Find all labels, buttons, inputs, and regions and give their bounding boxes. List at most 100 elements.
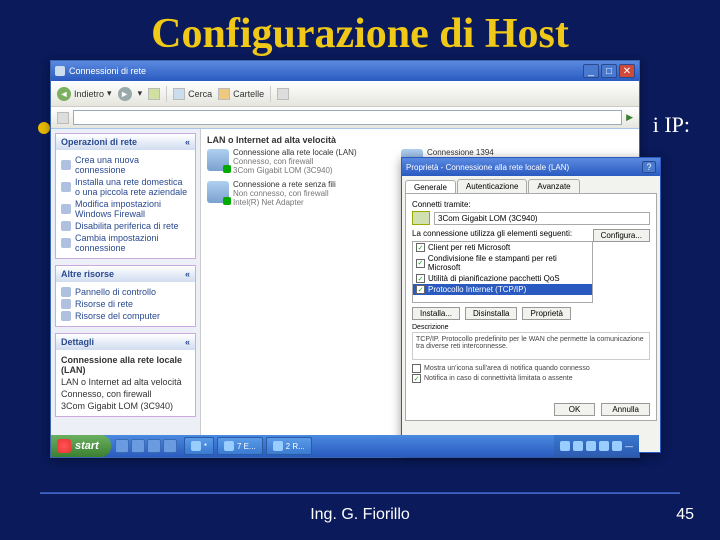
notify-icon-checkbox[interactable]: Mostra un'icona sull'area di notifica qu… xyxy=(412,364,650,373)
sidebar-item-label: Crea una nuova connessione xyxy=(75,155,190,175)
dialog-titlebar[interactable]: Proprietà - Connessione alla rete locale… xyxy=(402,158,660,176)
back-icon: ◄ xyxy=(57,87,71,101)
sidebar-item-label: Modifica impostazioni Windows Firewall xyxy=(75,199,190,219)
ql-icon[interactable] xyxy=(131,439,145,453)
list-item[interactable]: ✓Condivisione file e stampanti per reti … xyxy=(413,253,592,273)
up-icon[interactable] xyxy=(148,88,160,100)
connection-device: 3Com Gigabit LOM (3C940) xyxy=(233,167,357,176)
app-icon xyxy=(191,441,201,451)
sidebar-group-title: Altre risorse xyxy=(61,269,114,279)
folders-button[interactable]: Cartelle xyxy=(218,88,264,100)
app-icon xyxy=(224,441,234,451)
sidebar-group-header[interactable]: Dettagli « xyxy=(56,334,195,350)
chevron-down-icon: ▾ xyxy=(107,88,112,99)
tray-icon[interactable] xyxy=(560,441,570,451)
checkbox-icon[interactable]: ✓ xyxy=(416,243,425,252)
sidebar-item[interactable]: Crea una nuova connessione xyxy=(61,154,190,176)
tab-auth[interactable]: Autenticazione xyxy=(457,179,527,193)
description-text: TCP/IP. Protocollo predefinito per le WA… xyxy=(412,332,650,360)
properties-dialog: Proprietà - Connessione alla rete locale… xyxy=(401,157,661,453)
main-pane: LAN o Internet ad alta velocità Connessi… xyxy=(201,129,639,435)
sidebar-group-header[interactable]: Altre risorse « xyxy=(56,266,195,282)
titlebar[interactable]: Connessioni di rete _ □ ✕ xyxy=(51,61,639,81)
tray-icon[interactable] xyxy=(573,441,583,451)
ql-icon[interactable] xyxy=(163,439,177,453)
folder-icon xyxy=(218,88,230,100)
taskbar-item[interactable]: 7 E... xyxy=(217,437,263,455)
start-button[interactable]: start xyxy=(51,435,111,457)
category-header: LAN o Internet ad alta velocità xyxy=(207,135,633,145)
component-list[interactable]: ✓Client per reti Microsoft ✓Condivisione… xyxy=(412,241,593,303)
sidebar-item-label: Risorse di rete xyxy=(75,299,133,309)
configure-button[interactable]: Configura... xyxy=(593,229,650,242)
maximize-button[interactable]: □ xyxy=(601,64,617,78)
list-item-label: Protocollo Internet (TCP/IP) xyxy=(428,285,526,294)
windows-logo-icon xyxy=(57,439,71,453)
list-item-selected[interactable]: ✓Protocollo Internet (TCP/IP) xyxy=(413,284,592,295)
sidebar-item[interactable]: Installa una rete domestica o una piccol… xyxy=(61,176,190,198)
task-icon xyxy=(61,182,71,192)
limited-conn-checkbox[interactable]: ✓Notifica in caso di connettività limita… xyxy=(412,374,650,383)
checkbox-icon[interactable] xyxy=(412,364,421,373)
tray-icon[interactable] xyxy=(586,441,596,451)
back-button[interactable]: ◄ Indietro ▾ xyxy=(57,87,112,101)
views-icon[interactable] xyxy=(277,88,289,100)
sidebar-item[interactable]: Risorse di rete xyxy=(61,298,190,310)
taskbar-item[interactable]: 2 R... xyxy=(266,437,312,455)
system-tray[interactable]: — xyxy=(554,435,639,457)
sidebar-item-label: Installa una rete domestica o una piccol… xyxy=(75,177,190,197)
taskbar-item-label: 2 R... xyxy=(286,442,305,451)
sidebar-item-label: Disabilita periferica di rete xyxy=(75,221,179,231)
tab-advanced[interactable]: Avanzate xyxy=(528,179,579,193)
detail-line: 3Com Gigabit LOM (3C940) xyxy=(61,400,190,412)
connection-item[interactable]: Connessione alla rete locale (LAN) Conne… xyxy=(207,149,387,175)
checkbox-icon[interactable]: ✓ xyxy=(416,285,425,294)
description-label: Descrizione xyxy=(412,324,650,331)
taskbar-item-label: 7 E... xyxy=(237,442,256,451)
go-icon[interactable]: ▶ xyxy=(626,112,633,123)
checkbox-icon[interactable]: ✓ xyxy=(412,374,421,383)
quick-launch xyxy=(111,439,181,453)
task-icon xyxy=(61,204,71,214)
minimize-button[interactable]: _ xyxy=(583,64,599,78)
collapse-icon: « xyxy=(185,337,190,347)
place-icon xyxy=(61,299,71,309)
sidebar-item[interactable]: Disabilita periferica di rete xyxy=(61,220,190,232)
install-button[interactable]: Installa... xyxy=(412,307,460,320)
checkbox-icon[interactable]: ✓ xyxy=(416,259,425,268)
separator xyxy=(166,86,167,102)
window-icon xyxy=(55,66,65,76)
ql-icon[interactable] xyxy=(147,439,161,453)
taskbar-item[interactable]: * xyxy=(184,437,214,455)
ok-button[interactable]: OK xyxy=(554,403,596,416)
address-bar: ▶ xyxy=(51,107,639,129)
sidebar-item[interactable]: Modifica impostazioni Windows Firewall xyxy=(61,198,190,220)
uninstall-button[interactable]: Disinstalla xyxy=(465,307,517,320)
properties-button[interactable]: Proprietà xyxy=(522,307,570,320)
list-item-label: Condivisione file e stampanti per reti M… xyxy=(428,254,589,272)
window-title: Connessioni di rete xyxy=(69,66,146,76)
help-button[interactable]: ? xyxy=(642,161,656,173)
tab-general[interactable]: Generale xyxy=(405,180,456,194)
sidebar-item[interactable]: Risorse del computer xyxy=(61,310,190,322)
detail-line: LAN o Internet ad alta velocità xyxy=(61,376,190,388)
address-input[interactable] xyxy=(73,110,622,125)
adapter-icon xyxy=(412,211,430,225)
checkbox-icon[interactable]: ✓ xyxy=(416,274,425,283)
network-icon xyxy=(207,149,229,171)
connection-item[interactable]: Connessione a rete senza fili Non connes… xyxy=(207,181,387,207)
ql-icon[interactable] xyxy=(115,439,129,453)
tray-icon[interactable] xyxy=(599,441,609,451)
forward-button[interactable]: ► xyxy=(118,87,132,101)
sidebar-item[interactable]: Cambia impostazioni connessione xyxy=(61,232,190,254)
close-button[interactable]: ✕ xyxy=(619,64,635,78)
list-item[interactable]: ✓Utilità di pianificazione pacchetti QoS xyxy=(413,273,592,284)
list-item[interactable]: ✓Client per reti Microsoft xyxy=(413,242,592,253)
tray-icon[interactable] xyxy=(612,441,622,451)
sidebar-group-header[interactable]: Operazioni di rete « xyxy=(56,134,195,150)
back-label: Indietro xyxy=(74,89,104,99)
sidebar-item[interactable]: Pannello di controllo xyxy=(61,286,190,298)
checkbox-label: Notifica in caso di connettività limitat… xyxy=(424,375,573,382)
cancel-button[interactable]: Annulla xyxy=(601,403,650,416)
search-button[interactable]: Cerca xyxy=(173,88,212,100)
